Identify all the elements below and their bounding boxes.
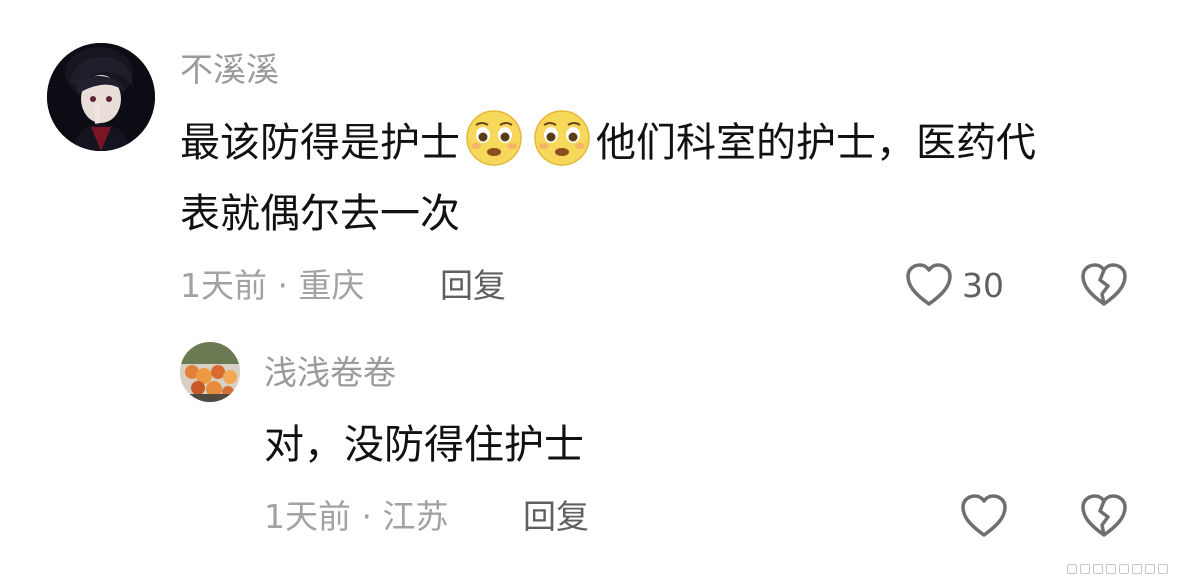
avatar-image bbox=[180, 342, 240, 402]
heart-icon bbox=[906, 263, 952, 306]
reply-text: 对，没防得住护士 bbox=[264, 422, 584, 468]
like-count: 30 bbox=[962, 266, 1004, 305]
avatar[interactable] bbox=[47, 43, 155, 151]
comment-text: 最该防得是护士 他们科室的护士，医药代 bbox=[180, 108, 1036, 175]
comment-text-part1: 最该防得是护士 bbox=[180, 120, 460, 166]
comment-text-part2: 他们科室的护士，医药代 bbox=[596, 120, 1036, 166]
reply-button[interactable]: 回复 bbox=[440, 266, 506, 306]
reply-avatar[interactable] bbox=[180, 342, 240, 402]
reply-dislike-button[interactable] bbox=[1080, 493, 1128, 539]
watermark bbox=[1067, 564, 1168, 574]
comment-meta: 1天前 · 重庆 bbox=[180, 266, 365, 305]
like-button[interactable] bbox=[905, 262, 953, 308]
reply-like-button[interactable] bbox=[960, 493, 1008, 539]
broken-heart-icon bbox=[1081, 263, 1127, 306]
comment-username[interactable]: 不溪溪 bbox=[180, 50, 279, 90]
comment-text-line2: 表就偶尔去一次 bbox=[180, 191, 460, 237]
pleading-face-icon bbox=[532, 108, 592, 168]
reply-username[interactable]: 浅浅卷卷 bbox=[264, 353, 396, 393]
reply-reply-button[interactable]: 回复 bbox=[523, 497, 589, 537]
avatar-image bbox=[47, 43, 155, 151]
pleading-face-icon bbox=[464, 108, 524, 168]
broken-heart-icon bbox=[1081, 494, 1127, 537]
dislike-button[interactable] bbox=[1080, 262, 1128, 308]
heart-icon bbox=[961, 494, 1007, 537]
reply-meta: 1天前 · 江苏 bbox=[264, 497, 449, 536]
